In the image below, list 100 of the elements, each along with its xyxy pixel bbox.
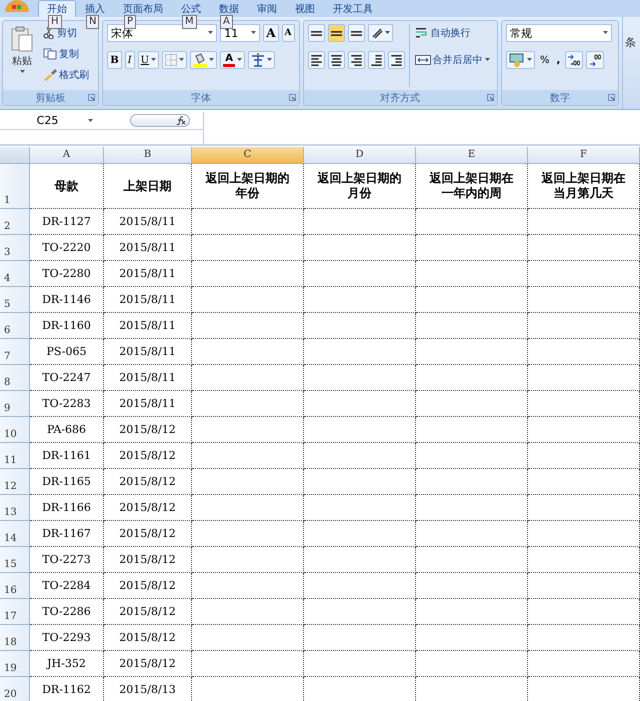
dialog-launcher-icon[interactable] (486, 94, 494, 101)
row-header[interactable]: 2 (0, 209, 30, 235)
row-header[interactable]: 20 (0, 677, 30, 701)
wrap-text-button[interactable]: 自动换行 (412, 24, 492, 42)
row-header[interactable]: 13 (0, 495, 30, 521)
table-cell: 2015/8/12 (104, 521, 192, 547)
row-header[interactable]: 14 (0, 521, 30, 547)
orientation-button[interactable] (368, 24, 393, 42)
shrink-font-button[interactable]: A (282, 24, 295, 42)
row-header[interactable]: 11 (0, 443, 30, 469)
ribbon-tab[interactable]: 公式 (172, 0, 210, 17)
dialog-launcher-icon[interactable] (288, 94, 296, 101)
table-cell: 母款 (30, 164, 104, 209)
bottom-align-button[interactable] (348, 24, 365, 42)
ribbon-tab[interactable]: 数据 (210, 0, 248, 17)
row-header[interactable]: 17 (0, 599, 30, 625)
table-cell: TO-2280 (30, 261, 104, 287)
table-cell: 2015/8/11 (104, 365, 192, 391)
table-cell: 2015/8/12 (104, 625, 192, 651)
column-header[interactable]: C (192, 147, 304, 164)
caret-icon (88, 118, 94, 122)
column-header[interactable]: B (104, 147, 192, 164)
ribbon-tab[interactable]: 视图 (286, 0, 324, 17)
increase-decimal-button[interactable] (565, 51, 584, 69)
fill-color-button[interactable] (190, 51, 218, 69)
dialog-launcher-icon[interactable] (88, 94, 96, 101)
column-header[interactable]: A (30, 147, 104, 164)
table-cell: TO-2247 (30, 365, 104, 391)
decrease-indent-button[interactable] (368, 51, 385, 69)
table-cell: 2015/8/12 (104, 599, 192, 625)
row-header[interactable]: 4 (0, 261, 30, 287)
ribbon-tab[interactable]: 页面布局 (114, 0, 172, 17)
row-header[interactable]: 3 (0, 235, 30, 261)
top-align-button[interactable] (308, 24, 325, 42)
row-header[interactable]: 8 (0, 365, 30, 391)
row-header[interactable]: 15 (0, 547, 30, 573)
font-color-button[interactable]: A (220, 51, 246, 69)
column-header[interactable]: F (528, 147, 640, 164)
bold-button[interactable]: B (107, 51, 122, 69)
merge-center-button[interactable]: 合并后居中 (412, 51, 492, 69)
caret-icon (251, 31, 256, 35)
paste-button[interactable]: 粘贴 (7, 24, 37, 87)
middle-align-button[interactable] (328, 24, 345, 42)
underline-button[interactable]: U (138, 51, 160, 69)
grow-font-button[interactable]: A (263, 24, 279, 42)
table-cell: 2015/8/12 (104, 547, 192, 573)
table-cell: 返回上架日期的月份 (304, 164, 416, 209)
comma-button[interactable]: , (554, 51, 562, 69)
font-name-field[interactable]: 宋体 (107, 24, 218, 42)
table-cell: DR-1165 (30, 469, 104, 495)
caret-icon (526, 58, 532, 62)
column-header[interactable]: D (304, 147, 416, 164)
column-header[interactable]: E (416, 147, 528, 164)
row-header[interactable]: 7 (0, 339, 30, 365)
align-left-button[interactable] (308, 51, 325, 69)
italic-button[interactable]: I (124, 51, 135, 69)
table-cell: PS-065 (30, 339, 104, 365)
row-header[interactable]: 10 (0, 417, 30, 443)
table-cell: 2015/8/11 (104, 235, 192, 261)
clipboard-button[interactable]: 格式刷 (41, 66, 91, 84)
font-size-field[interactable]: 11 (220, 24, 260, 42)
dialog-launcher-icon[interactable] (608, 94, 615, 101)
ribbon-tab[interactable]: 审阅 (248, 0, 286, 17)
caret-icon (208, 31, 214, 35)
increase-indent-button[interactable] (388, 51, 405, 69)
number-format-field[interactable]: 常规 (506, 24, 612, 42)
ribbon-tab[interactable]: 插入 (76, 0, 114, 17)
group-title: 对齐方式 (380, 92, 420, 104)
keytip-badge: P (124, 15, 136, 29)
row-header[interactable]: 18 (0, 625, 30, 651)
caret-icon (179, 58, 184, 62)
name-box[interactable]: C25 (0, 114, 130, 127)
table-cell: PA-686 (30, 417, 104, 443)
decrease-decimal-button[interactable] (586, 51, 604, 69)
currency-icon (508, 53, 525, 67)
ribbon-tab[interactable]: 开发工具 (324, 0, 382, 17)
increase-indent-icon (390, 54, 402, 66)
office-button-icon[interactable] (4, 0, 30, 12)
table-cell: DR-1127 (30, 209, 104, 235)
align-right-button[interactable] (348, 51, 365, 69)
table-cell: 返回上架日期在一年内的周 (416, 164, 528, 209)
phonetic-button[interactable] (248, 51, 276, 69)
currency-button[interactable] (506, 51, 535, 69)
row-header[interactable]: 1 (0, 164, 30, 209)
row-header[interactable]: 6 (0, 313, 30, 339)
align-center-button[interactable] (328, 51, 345, 69)
ribbon-tab[interactable]: 开始 (38, 0, 76, 17)
borders-button[interactable] (162, 51, 188, 69)
insert-function-button[interactable] (130, 114, 190, 127)
table-cell: 返回上架日期在当月第几天 (528, 164, 640, 209)
row-header[interactable]: 19 (0, 651, 30, 677)
row-header[interactable]: 16 (0, 573, 30, 599)
clipboard-button[interactable]: 复制 (41, 45, 91, 63)
table-cell: 返回上架日期的年份 (192, 164, 304, 209)
row-header[interactable]: 5 (0, 287, 30, 313)
align-center-icon (330, 54, 342, 66)
row-header[interactable]: 12 (0, 469, 30, 495)
percent-button[interactable]: % (538, 51, 552, 69)
row-header[interactable]: 9 (0, 391, 30, 417)
group-title: 字体 (190, 92, 211, 104)
